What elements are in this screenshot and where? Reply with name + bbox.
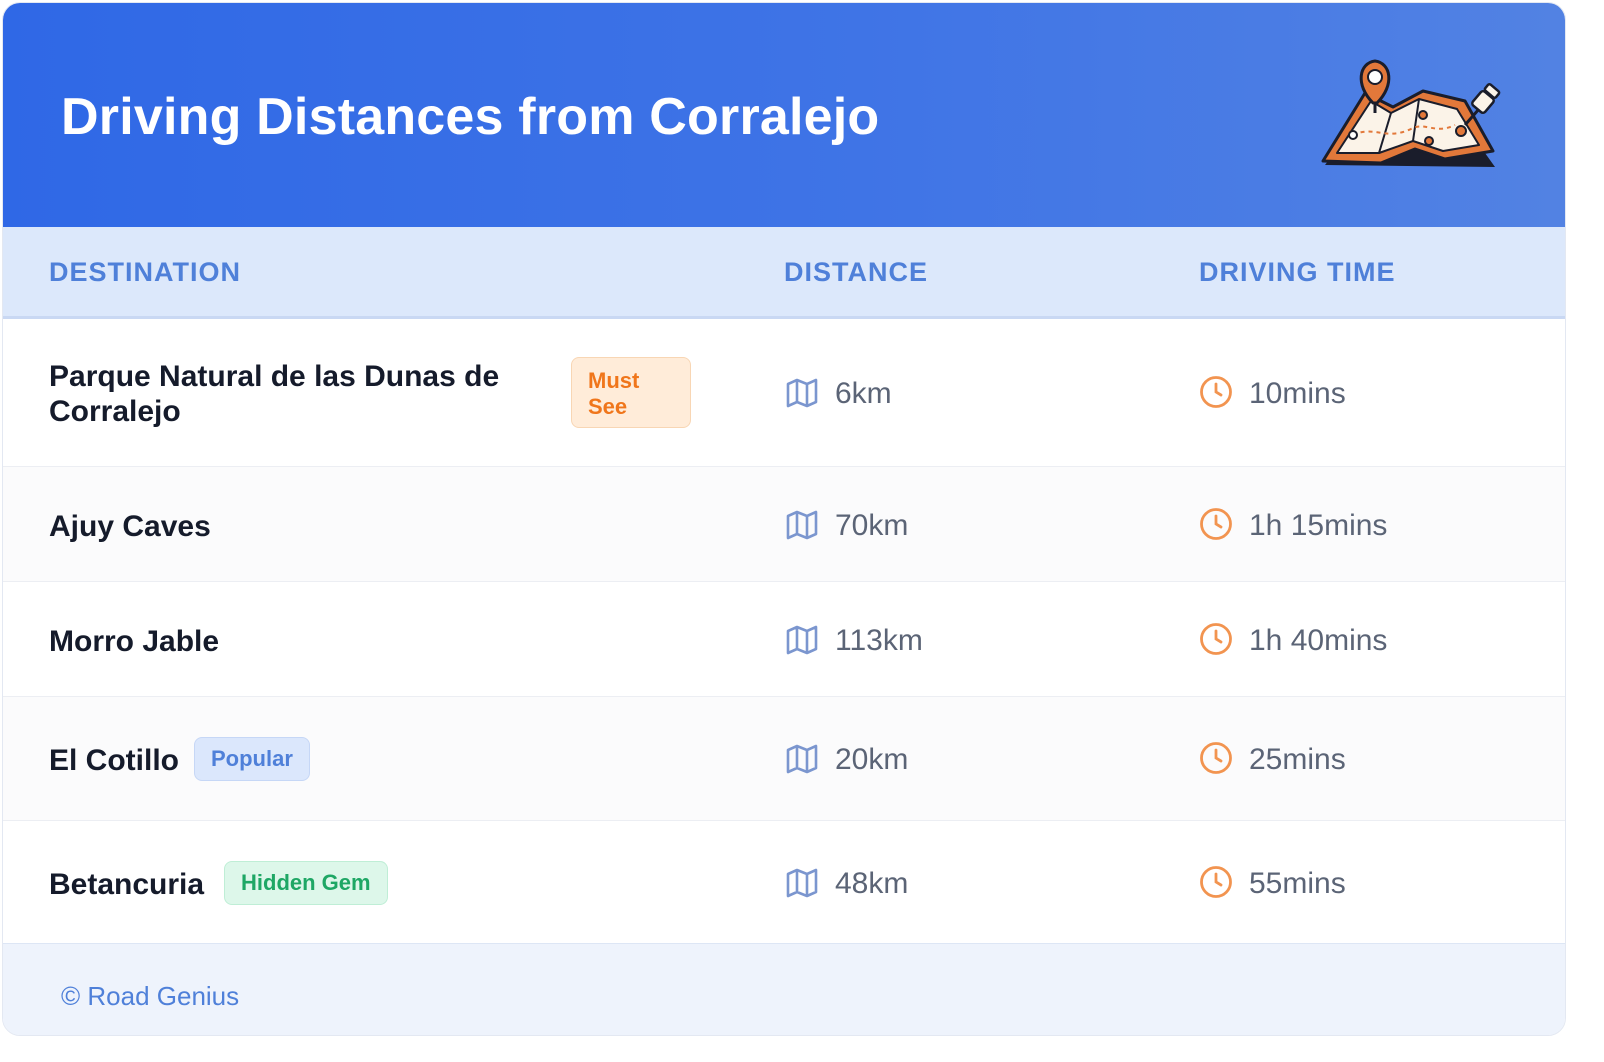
badge-popular: Popular <box>194 737 310 781</box>
distance-value: 48km <box>835 867 909 900</box>
table-row: Parque Natural de las Dunas de Corralejo… <box>3 319 1565 467</box>
driving-time-value: 1h 15mins <box>1249 509 1388 542</box>
clock-icon <box>1200 376 1232 408</box>
table-row: Betancuria Hidden Gem 48km 55mins <box>3 821 1565 943</box>
table-row: Ajuy Caves 70km 1h 15mins <box>3 467 1565 582</box>
map-icon <box>786 868 818 898</box>
destination-name: Ajuy Caves <box>49 510 211 543</box>
driving-time-value: 25mins <box>1249 743 1346 776</box>
distance-value: 70km <box>835 509 909 542</box>
map-icon <box>786 744 818 774</box>
table-row: Morro Jable 113km 1h 40mins <box>3 582 1565 697</box>
clock-icon <box>1200 742 1232 774</box>
column-distance: DISTANCE <box>784 257 929 287</box>
column-destination: DESTINATION <box>49 257 241 287</box>
map-icon <box>786 378 818 408</box>
table-header: DESTINATION DISTANCE DRIVING TIME <box>3 227 1565 319</box>
clock-icon <box>1200 866 1232 898</box>
destination-name: Parque Natural de las Dunas de Corralejo <box>49 360 500 428</box>
page-title: Driving Distances from Corralejo <box>61 88 880 146</box>
destination-name: Morro Jable <box>49 625 220 658</box>
column-driving-time: DRIVING TIME <box>1199 257 1396 287</box>
destination-name: Betancuria <box>49 868 205 901</box>
badge-hidden-gem: Hidden Gem <box>224 861 388 905</box>
driving-time-value: 10mins <box>1249 377 1346 410</box>
card-footer: © Road Genius <box>3 943 1565 1035</box>
distance-card: Driving Distances from Corralejo DESTINA… <box>2 2 1566 1036</box>
map-icon <box>786 510 818 540</box>
map-pin-illustration-icon <box>1321 59 1501 167</box>
driving-time-value: 55mins <box>1249 867 1346 900</box>
destination-name: El Cotillo <box>49 744 179 777</box>
clock-icon <box>1200 623 1232 655</box>
card-header: Driving Distances from Corralejo <box>3 3 1565 227</box>
distance-value: 113km <box>835 624 923 657</box>
clock-icon <box>1200 508 1232 540</box>
badge-must-see: Must See <box>571 357 691 428</box>
distance-value: 20km <box>835 743 909 776</box>
map-icon <box>786 625 818 655</box>
driving-time-value: 1h 40mins <box>1249 624 1388 657</box>
road-genius-credit-link[interactable]: © Road Genius <box>61 981 239 1012</box>
distance-value: 6km <box>835 377 892 410</box>
table-row: El Cotillo Popular 20km 25mins <box>3 697 1565 821</box>
